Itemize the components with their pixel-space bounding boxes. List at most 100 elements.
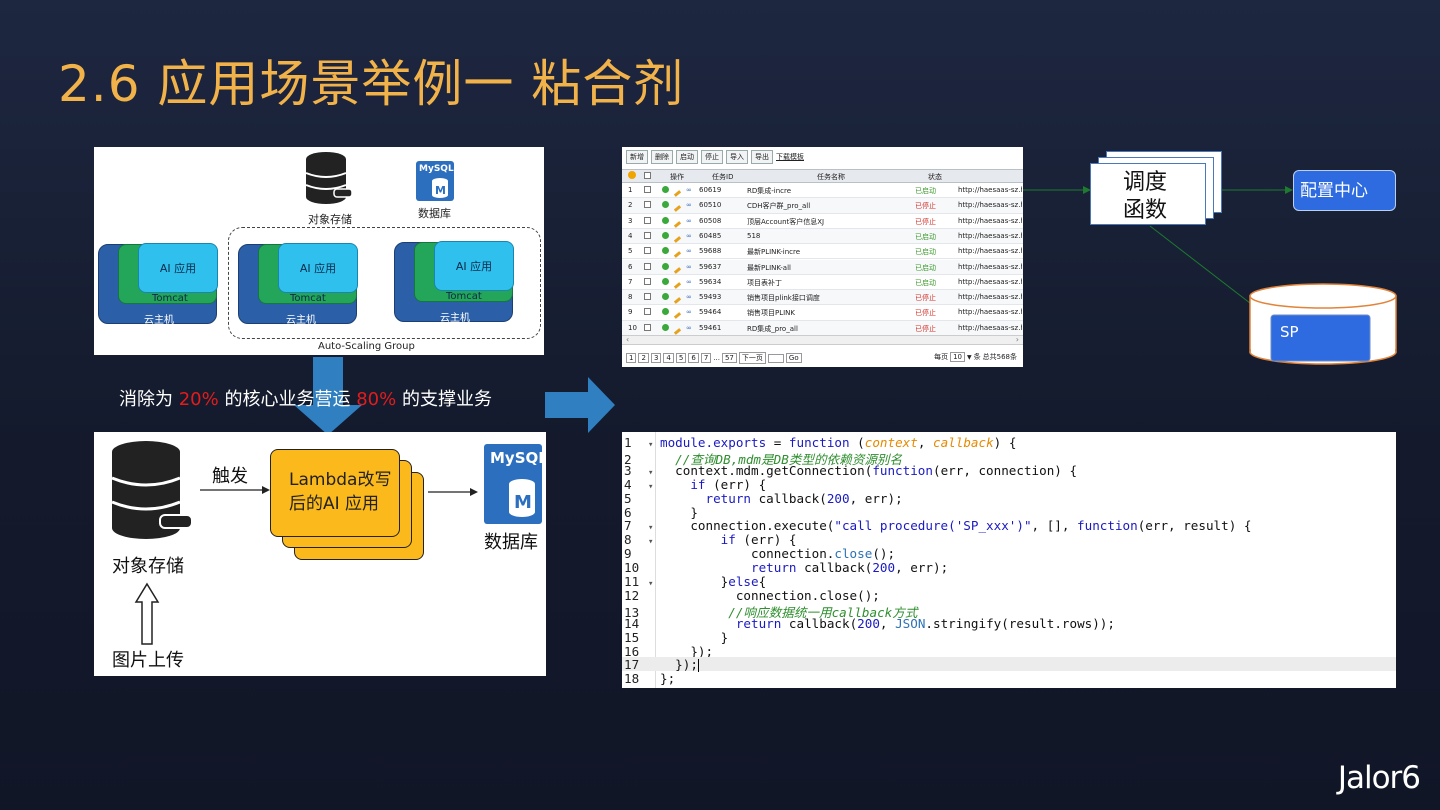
edit-icon[interactable] (674, 311, 681, 320)
ai-app-3: AI 应用 (434, 241, 514, 291)
row-checkbox[interactable] (644, 277, 651, 287)
edit-icon[interactable] (674, 250, 681, 259)
page-4[interactable]: 4 (663, 353, 674, 363)
task-table-panel: 新增 删除 启动 停止 导入 导出 下载模板 操作 任务ID 任务名称 状态 1… (622, 147, 1023, 367)
task-url[interactable]: http://haesaas-sz.huaw (958, 293, 1022, 301)
line-number: 18 (624, 671, 640, 687)
link-icon[interactable]: ∞ (686, 278, 692, 286)
horizontal-scrollbar[interactable]: ‹ › (622, 335, 1023, 345)
start-button[interactable]: 启动 (676, 150, 698, 164)
row-checkbox[interactable] (644, 216, 651, 226)
link-icon[interactable]: ∞ (686, 263, 692, 271)
play-icon[interactable] (662, 277, 669, 287)
edit-icon[interactable] (674, 281, 681, 289)
task-url[interactable]: http://haesaas-sz.huaw (958, 232, 1022, 240)
edit-icon[interactable] (674, 327, 681, 335)
task-url[interactable]: http://haesaas-sz.huaw (958, 186, 1022, 194)
link-icon[interactable]: ∞ (686, 247, 692, 255)
task-url[interactable]: http://haesaas-sz.huaw (958, 263, 1022, 271)
link-icon[interactable]: ∞ (686, 217, 692, 225)
row-checkbox[interactable] (644, 323, 651, 333)
task-status: 已停止 (915, 217, 936, 226)
page-1[interactable]: 1 (626, 353, 637, 363)
go-button[interactable]: Go (785, 353, 802, 363)
task-url[interactable]: http://haesaas-sz.huaw (958, 324, 1022, 332)
header-ops: 操作 (670, 173, 684, 181)
next-page-button[interactable]: 下一页 (738, 352, 766, 364)
page-last[interactable]: 57 (721, 353, 737, 363)
task-url[interactable]: http://haesaas-sz.huaw (958, 201, 1022, 209)
table-row[interactable]: 8 ∞ 59493 销售项目plink接口调度 已停止 http://haesaas-sz… (622, 290, 1023, 306)
code-editor[interactable]: 1 ▾ module.exports = function (context, ca… (622, 432, 1396, 688)
play-icon[interactable] (662, 323, 669, 333)
code-line: 2 //查询DB,mdm是DB类型的依赖资源别名 (622, 449, 1396, 467)
per-page-select[interactable]: 10 (950, 352, 965, 362)
page-7[interactable]: 7 (700, 353, 712, 363)
line-number: 3 (624, 462, 632, 478)
header-checkbox[interactable] (644, 172, 651, 181)
link-icon[interactable]: ∞ (686, 293, 692, 301)
edit-icon[interactable] (674, 266, 681, 274)
table-row[interactable]: 4 ∞ 60485 518 已启动 http://haesaas-sz.huaw (622, 228, 1023, 245)
edit-icon[interactable] (674, 220, 681, 228)
play-icon[interactable] (662, 231, 669, 241)
edit-icon[interactable] (674, 204, 681, 213)
task-name: 顶层Account客户信息XJ (747, 217, 825, 226)
row-checkbox[interactable] (644, 293, 651, 302)
table-row[interactable]: 7 ∞ 59634 项目表补丁 已启动 http://haesaas-sz.huaw (622, 275, 1023, 291)
import-button[interactable]: 导入 (726, 150, 748, 164)
play-icon[interactable] (662, 201, 669, 210)
code-line: 14 return callback(200, JSON.stringify(r… (622, 616, 1396, 631)
db-cylinder-icon: M (432, 178, 448, 198)
delete-button[interactable]: 删除 (651, 150, 673, 164)
link-icon[interactable]: ∞ (686, 186, 692, 194)
page-jump-input[interactable] (767, 353, 784, 363)
row-checkbox[interactable] (644, 231, 651, 241)
link-icon[interactable]: ∞ (686, 201, 692, 209)
task-url[interactable]: http://haesaas-sz.huaw (958, 308, 1022, 316)
code-line: 7 ▾ connection.execute("call procedure('S… (622, 518, 1396, 533)
add-button[interactable]: 新增 (626, 150, 648, 164)
page-2[interactable]: 2 (638, 353, 649, 363)
table-row[interactable]: 10 ∞ 59461 RD集成_pro_all 已停止 http://haesaas-sz… (622, 320, 1023, 336)
row-checkbox[interactable] (644, 247, 651, 256)
table-row[interactable]: 5 ∞ 59688 最新PLINK-incre 已启动 http://haesaas-sz… (622, 244, 1023, 260)
edit-icon[interactable] (674, 235, 681, 243)
row-checkbox[interactable] (644, 262, 651, 272)
play-icon[interactable] (662, 293, 669, 302)
code-line: 15 } (622, 630, 1396, 645)
page-3[interactable]: 3 (650, 353, 662, 363)
edit-icon[interactable] (674, 296, 681, 304)
scroll-right-icon[interactable]: › (1016, 335, 1019, 344)
table-row[interactable]: 6 ∞ 59637 最新PLINK-all 已启动 http://haesaas-sz.h… (622, 259, 1023, 275)
task-url[interactable]: http://haesaas-sz.huaw (958, 247, 1022, 255)
play-icon[interactable] (662, 262, 669, 272)
row-number: 2 (628, 201, 633, 210)
table-row[interactable]: 2 ∞ 60510 CDH客户群_pro_all 已停止 http://haesaas-s… (622, 198, 1023, 214)
scroll-left-icon[interactable]: ‹ (626, 335, 629, 344)
table-row[interactable]: 3 ∞ 60508 顶层Account客户信息XJ 已停止 http://haesaas-… (622, 214, 1023, 229)
table-row[interactable]: 1 ∞ 60619 RD集成-incre 已启动 http://haesaas-sz.hu… (622, 183, 1023, 199)
link-icon[interactable]: ∞ (686, 232, 692, 240)
task-status: 已停止 (915, 202, 936, 211)
row-checkbox[interactable] (644, 186, 651, 195)
page-6[interactable]: 6 (688, 353, 699, 363)
play-icon[interactable] (662, 216, 669, 226)
task-url[interactable]: http://haesaas-sz.huaw (958, 217, 1022, 225)
export-button[interactable]: 导出 (751, 150, 773, 164)
play-icon[interactable] (662, 308, 669, 317)
link-icon[interactable]: ∞ (686, 324, 692, 332)
page-5[interactable]: 5 (675, 353, 687, 363)
table-row[interactable]: 9 ∞ 59464 销售项目PLINK 已停止 http://haesaas-sz.hua… (622, 305, 1023, 321)
chevron-down-icon[interactable]: ▼ (967, 354, 972, 361)
header-id: 任务ID (712, 173, 734, 181)
play-icon[interactable] (662, 186, 669, 195)
download-template-link[interactable]: 下载模板 (776, 150, 804, 164)
stop-button[interactable]: 停止 (701, 150, 723, 164)
play-icon[interactable] (662, 247, 669, 256)
edit-icon[interactable] (674, 189, 681, 197)
link-icon[interactable]: ∞ (686, 308, 692, 316)
row-checkbox[interactable] (644, 308, 651, 317)
row-checkbox[interactable] (644, 201, 651, 210)
task-url[interactable]: http://haesaas-sz.huaw (958, 278, 1022, 286)
